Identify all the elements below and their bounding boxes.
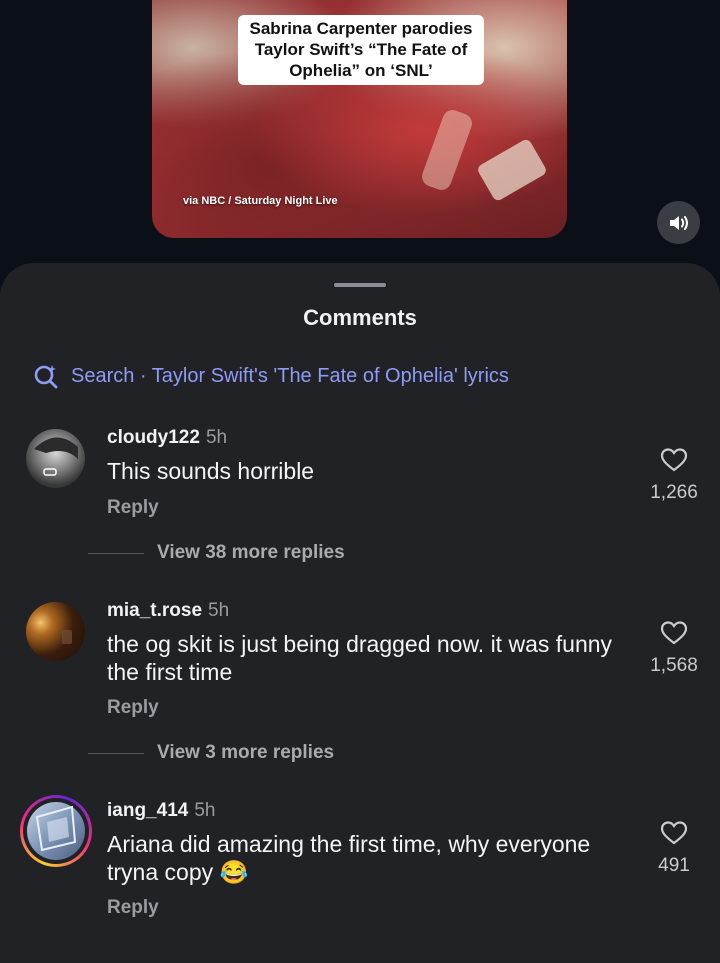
comments-sheet: Comments Search · Taylor Swift's 'The Fa… [0,263,720,963]
avatar-image [34,437,78,476]
video-credit: via NBC / Saturday Night Live [183,195,338,207]
like-count: 1,266 [650,482,698,503]
avatar-story-ring[interactable] [20,795,92,867]
like-button[interactable]: 1,266 [640,447,708,504]
username-text[interactable]: iang_414 [107,800,188,821]
view-more-replies-text: View 38 more replies [157,542,345,563]
heart-outline-icon [660,621,688,645]
comment-time: 5h [208,600,230,621]
comment-username[interactable]: cloudy122 5h [107,427,227,449]
heart-outline-icon [660,821,688,845]
comment-text: This sounds horrible [107,458,315,484]
comment-time: 5h [194,800,216,821]
search-suggestion-text: Search · Taylor Swift's 'The Fate of Oph… [71,364,509,387]
divider-line [88,752,144,754]
comment-text: the og skit is just being dragged now. i… [107,631,613,685]
reply-button[interactable]: Reply [107,897,159,919]
comment-time: 5h [205,427,228,448]
view-more-replies[interactable]: View 3 more replies [88,742,334,764]
username-text[interactable]: cloudy122 [107,427,200,448]
search-suggestion[interactable]: Search · Taylor Swift's 'The Fate of Oph… [33,363,509,389]
like-button[interactable]: 1,568 [640,620,708,677]
search-sparkle-icon [34,365,58,389]
avatar[interactable] [26,429,85,488]
heart-outline-icon [660,448,688,472]
sound-toggle-button[interactable] [657,201,700,244]
avatar-image [62,630,72,644]
reply-button[interactable]: Reply [107,697,159,719]
comment-text: Ariana did amazing the first time, why e… [107,831,591,885]
sheet-drag-handle[interactable] [334,283,386,287]
like-button[interactable]: 491 [640,820,708,877]
view-more-replies[interactable]: View 38 more replies [88,542,345,564]
comments-title: Comments [303,305,417,330]
comment-username[interactable]: mia_t.rose 5h [107,600,229,622]
like-count: 1,568 [650,655,698,676]
speaker-on-icon [669,215,688,230]
avatar[interactable] [26,602,85,661]
avatar [23,798,89,864]
view-more-replies-text: View 3 more replies [157,742,335,763]
video-player[interactable]: Sabrina Carpenter parodies Taylor Swift’… [152,0,567,238]
divider-line [88,552,144,554]
comment-username[interactable]: iang_414 5h [107,800,215,822]
video-frame-detail [476,137,548,203]
reply-button[interactable]: Reply [107,497,159,519]
username-text[interactable]: mia_t.rose [107,600,202,621]
video-caption: Sabrina Carpenter parodies Taylor Swift’… [238,15,484,85]
video-frame-detail [419,107,475,193]
avatar-image [27,802,85,860]
like-count: 491 [658,855,690,876]
